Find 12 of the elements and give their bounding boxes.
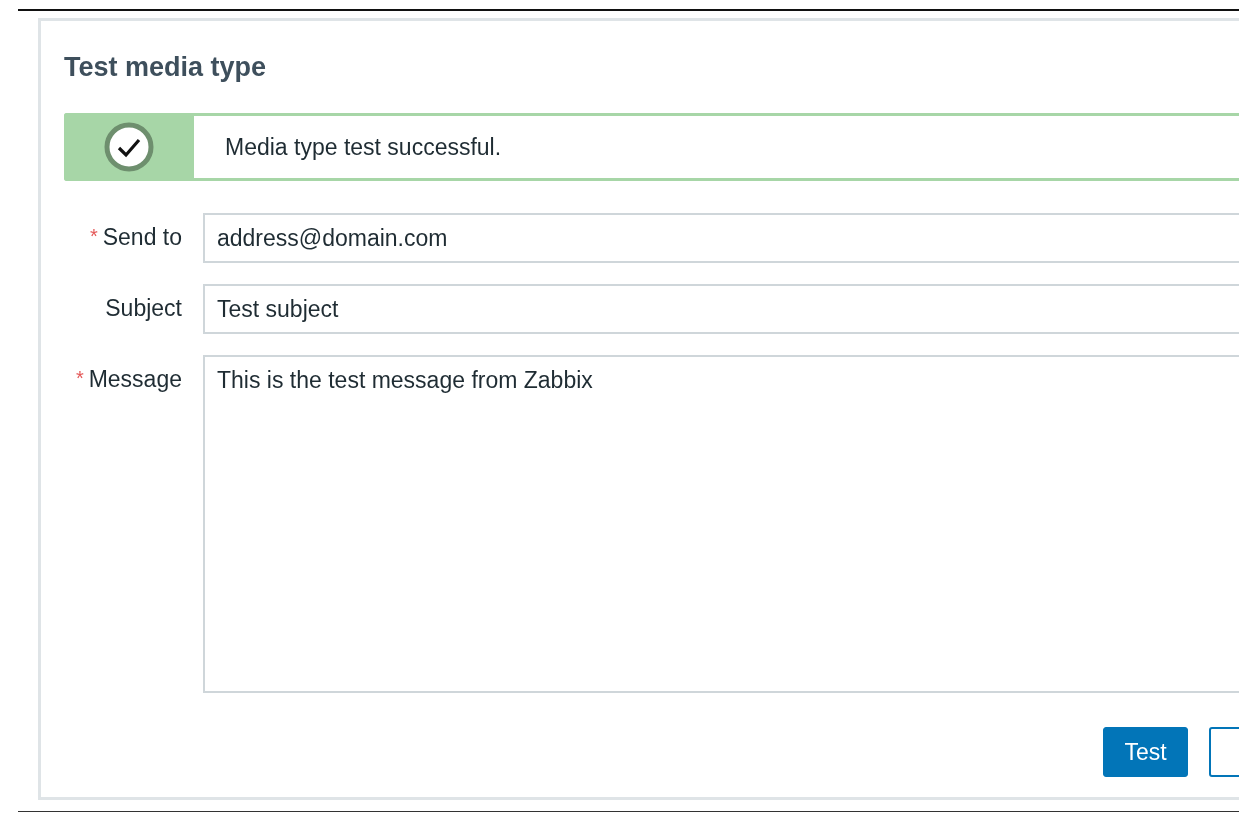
field-label: Message — [88, 366, 182, 393]
message-textarea[interactable]: This is the test message from Zabbix — [203, 355, 1239, 693]
required-asterisk: * — [89, 226, 98, 246]
required-asterisk: * — [75, 368, 84, 388]
text-input[interactable]: address@domain.com — [203, 213, 1239, 263]
text-input[interactable]: Test subject — [203, 284, 1239, 334]
check-circle-icon — [103, 121, 155, 173]
field-label: Subject — [105, 295, 182, 322]
test-button[interactable]: Test — [1103, 727, 1189, 777]
message-text: Media type test successful. — [225, 133, 502, 161]
dialog-title: Test media type — [64, 51, 268, 84]
field-label: Send to — [102, 224, 182, 251]
